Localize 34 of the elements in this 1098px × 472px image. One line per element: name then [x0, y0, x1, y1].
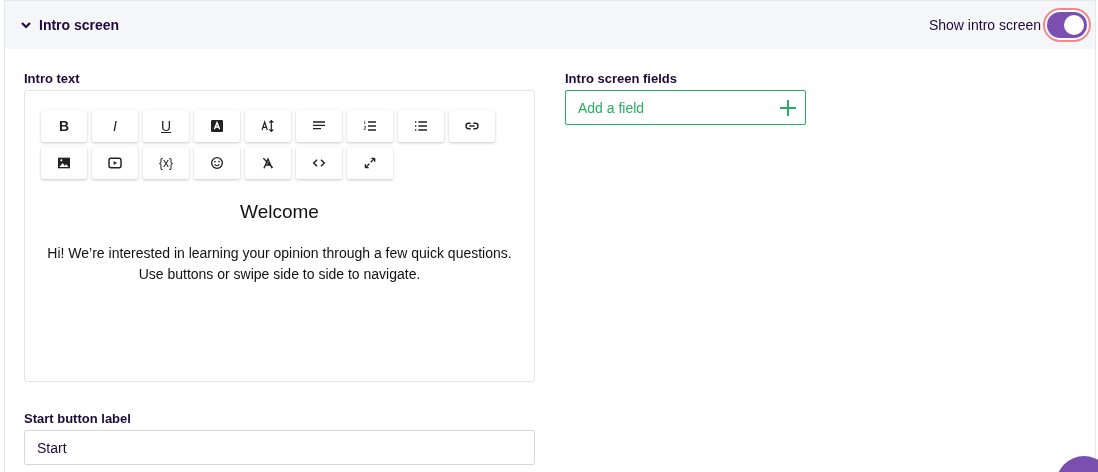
toolbar-button[interactable]	[449, 110, 495, 142]
welcome-heading: Welcome	[239, 201, 320, 223]
numbered-list-icon	[362, 118, 378, 134]
section-title: Intro screen	[39, 17, 121, 33]
input-field[interactable]: Start	[24, 430, 535, 465]
underline-button[interactable]: U	[143, 110, 189, 142]
text-color-icon	[209, 118, 225, 134]
emoji-icon	[209, 155, 225, 171]
field-label: Start button label	[24, 411, 132, 426]
intro-paragraph: Use buttons or swipe side to side to navigate.	[137, 265, 422, 284]
toolbar-button[interactable]	[245, 147, 291, 179]
intro-paragraph: Hi! We’re interested in learning your opinion through a few quick questions.	[46, 244, 513, 263]
toolbar-button[interactable]	[194, 110, 240, 142]
toolbar-button[interactable]	[92, 147, 138, 179]
image-icon	[56, 155, 72, 171]
font-size-icon	[260, 118, 276, 134]
bullet-list-icon	[413, 118, 429, 134]
toolbar-button[interactable]	[296, 110, 342, 142]
plus-icon	[779, 98, 797, 117]
toolbar-button[interactable]	[194, 147, 240, 179]
expand-icon	[362, 155, 378, 171]
italic-button[interactable]: I	[92, 110, 138, 142]
text-editor[interactable]: B I U {x} Welcome Hi! We’re interested in learning your opinion through a few quick questions. Use buttons or swipe side to side to navigate.	[24, 90, 535, 382]
video-icon	[107, 155, 123, 171]
field-label: Intro text	[24, 71, 81, 86]
variable-button[interactable]: {x}	[143, 147, 189, 179]
toolbar-button[interactable]	[398, 110, 444, 142]
clear-format-icon	[260, 155, 276, 171]
toolbar-button[interactable]	[41, 147, 87, 179]
bold-button[interactable]: B	[41, 110, 87, 142]
toggle-label: Show intro screen	[928, 17, 1041, 33]
toolbar-button[interactable]	[347, 110, 393, 142]
field-label: Intro screen fields	[565, 71, 678, 86]
toolbar-button[interactable]	[245, 110, 291, 142]
